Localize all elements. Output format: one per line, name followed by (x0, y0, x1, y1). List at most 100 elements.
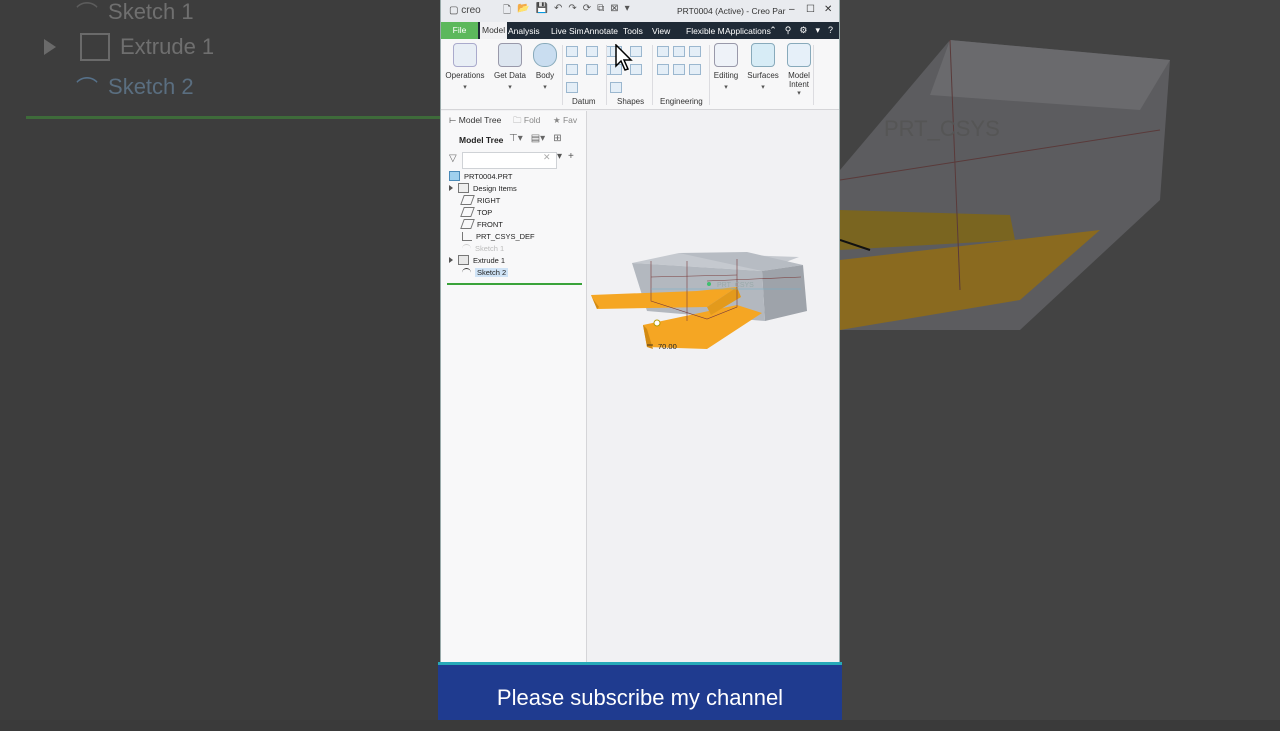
datum-more-icon[interactable] (566, 82, 578, 93)
bg-tree-label: Extrude 1 (120, 34, 215, 59)
search-icon[interactable]: ⚲ (785, 25, 792, 36)
tab-favorites-label: Fav (562, 115, 578, 125)
filter-icon[interactable]: ▽ (449, 153, 457, 164)
tab-annotate[interactable]: Annotate (584, 26, 618, 36)
tree-columns-icon[interactable]: ⊞ (553, 133, 561, 144)
help-icon[interactable]: ? (828, 25, 833, 36)
tree-item-label: PRT_CSYS_DEF (476, 231, 535, 241)
add-icon[interactable]: + (568, 151, 574, 162)
tab-applications[interactable]: Applications (725, 26, 771, 36)
bg-tree-item: Extrude 1 (44, 33, 214, 61)
datum-plane-icon (460, 195, 475, 205)
plane-icon[interactable] (566, 46, 578, 57)
clear-search-icon[interactable]: ✕ (543, 152, 551, 163)
tree-item-right-plane[interactable]: RIGHT (460, 194, 500, 206)
ribbon-separator (813, 45, 814, 105)
insert-here-line[interactable] (447, 283, 582, 285)
tab-view[interactable]: View (652, 26, 670, 36)
minimize-icon[interactable]: – (789, 4, 795, 15)
chevron-down-icon: ▾ (761, 84, 765, 91)
tree-item-label: Sketch 1 (475, 243, 505, 253)
expand-icon[interactable] (449, 185, 453, 191)
collapse-ribbon-icon[interactable]: ⌃ (769, 25, 777, 36)
editing-label: Editing (713, 71, 739, 80)
engineering-group-label: Engineering (660, 97, 703, 106)
csys-icon[interactable] (586, 64, 598, 75)
tab-model[interactable]: Model (480, 22, 508, 39)
tree-item-extrude-1[interactable]: Extrude 1 (449, 254, 505, 266)
undo-icon[interactable]: ↶ (554, 3, 562, 20)
logo-text: creo (461, 5, 481, 16)
tab-model-tree-label: Model Tree (458, 115, 502, 125)
tree-item-sketch-1[interactable]: Sketch 1 (462, 242, 504, 254)
expand-icon (44, 39, 56, 55)
maximize-icon[interactable]: ☐ (806, 4, 815, 15)
dimension-label[interactable]: 70.00 (658, 342, 677, 351)
dropdown-icon[interactable]: ▾ (815, 25, 820, 36)
part-3d-model[interactable] (587, 111, 839, 371)
editing-group[interactable]: Editing ▾ (711, 39, 741, 109)
redo-icon[interactable]: ↷ (568, 3, 576, 20)
navigator-tabs: ⊢ Model Tree 🗀 Fold ★ Fav (441, 111, 586, 129)
settings-icon[interactable]: ⚙ (799, 25, 807, 36)
sketch-icon (462, 267, 471, 277)
model-intent-label-line2: Intent (788, 80, 809, 89)
customize-chevron-icon[interactable]: ▾ (625, 3, 630, 20)
windows-icon[interactable]: ⧉ (597, 3, 604, 20)
get-data-group[interactable]: Get Data ▾ (491, 39, 529, 109)
hole-icon[interactable] (657, 46, 669, 57)
rib-icon[interactable] (673, 64, 685, 75)
tab-analysis[interactable]: Analysis (508, 26, 540, 36)
new-file-icon[interactable]: 🗋 (503, 3, 511, 20)
tab-model-tree[interactable]: ⊢ Model Tree (449, 115, 501, 126)
background-left-zoom: ⌒ Sketch 1 Extrude 1 ⌒ Sketch 2 (0, 0, 440, 720)
tab-tools[interactable]: Tools (623, 26, 643, 36)
draft-icon[interactable] (689, 64, 701, 75)
tree-item-design-items[interactable]: Design Items (449, 182, 517, 194)
tab-folder-browser[interactable]: 🗀 Fold (513, 115, 540, 129)
model-intent-group[interactable]: Model Intent ▾ (784, 39, 814, 109)
close-window-icon[interactable]: ⊠ (610, 3, 618, 20)
operations-group[interactable]: Operations ▾ (445, 39, 485, 109)
tree-item-front-plane[interactable]: FRONT (460, 218, 503, 230)
tab-flexible-modeling[interactable]: Flexible M (686, 26, 725, 36)
body-icon (533, 43, 557, 67)
tree-filter-icon[interactable]: ⊤▾ (509, 133, 523, 144)
chamfer-icon[interactable] (689, 46, 701, 57)
tree-item-csys[interactable]: PRT_CSYS_DEF (462, 230, 535, 242)
tree-item-label: FRONT (477, 219, 503, 229)
file-tab[interactable]: File (441, 22, 478, 39)
body-group[interactable]: Body ▾ (531, 39, 559, 109)
extrude-icon (458, 255, 469, 265)
regenerate-icon[interactable]: ⟳ (583, 3, 591, 20)
shell-icon[interactable] (657, 64, 669, 75)
tab-favorites[interactable]: ★ Fav (553, 115, 577, 126)
get-data-icon (498, 43, 522, 67)
chevron-down-icon: ▾ (463, 84, 467, 91)
tree-item-top-plane[interactable]: TOP (460, 206, 492, 218)
tree-item-part[interactable]: PRT0004.PRT (449, 170, 513, 182)
ribbon: Operations ▾ Get Data ▾ Body ▾ Datum Sha… (441, 39, 839, 110)
shapes-more-icon[interactable] (610, 82, 622, 93)
tab-folder-label: Fold (523, 115, 541, 125)
model-intent-icon (787, 43, 811, 67)
search-dropdown-icon[interactable]: ▾ (557, 151, 562, 162)
graphics-viewport[interactable]: 70.00 PRT_CSYS (587, 111, 839, 662)
get-data-label: Get Data (493, 71, 526, 80)
tree-item-sketch-2[interactable]: Sketch 2 (462, 266, 509, 278)
curve-icon[interactable] (566, 64, 578, 75)
background-right-zoom: PRT_CSYS (840, 0, 1280, 720)
expand-icon[interactable] (449, 257, 453, 263)
save-icon[interactable]: 💾 (536, 3, 548, 20)
tree-settings-icon[interactable]: ▤▾ (531, 133, 545, 144)
open-file-icon[interactable]: 📂 (517, 3, 529, 20)
close-icon[interactable]: ✕ (824, 4, 832, 15)
round-icon[interactable] (673, 46, 685, 57)
tab-live-sim[interactable]: Live Sim (551, 26, 584, 36)
axis-icon[interactable] (586, 46, 598, 57)
surfaces-group[interactable]: Surfaces ▾ (746, 39, 780, 109)
editing-icon (714, 43, 738, 67)
search-tools: ▾ + (557, 151, 574, 162)
bg-model-svg (840, 39, 1170, 330)
part-icon (449, 171, 460, 181)
